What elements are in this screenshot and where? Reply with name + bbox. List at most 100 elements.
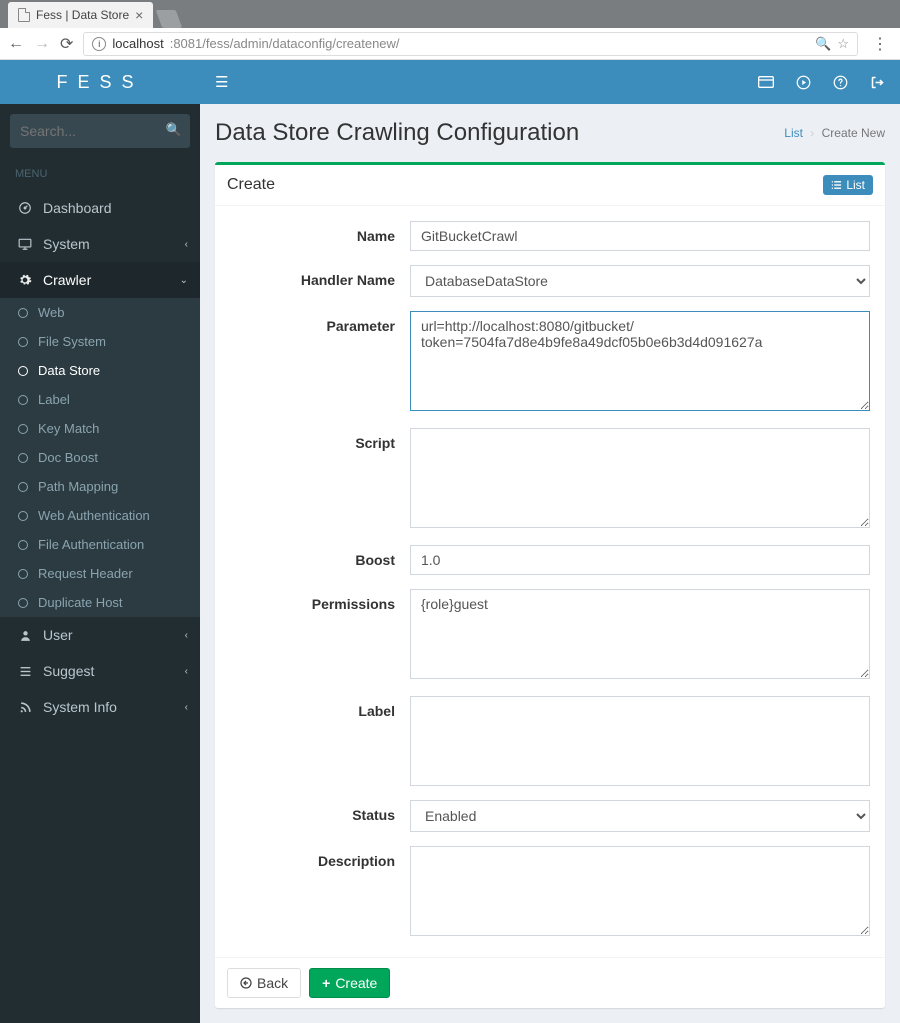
sidebar-item-label: Suggest [43,663,94,679]
sidebar-item-user[interactable]: User ‹ [0,617,200,653]
browser-tab[interactable]: Fess | Data Store × [8,2,153,28]
sidebar-item-label: System Info [43,699,117,715]
circle-icon [18,308,28,318]
box-title: Create [227,176,275,194]
script-textarea[interactable] [410,428,870,528]
chevron-left-icon: ‹ [185,630,188,641]
menu-header: MENU [0,158,200,190]
sidebar-sub-duplicate-host[interactable]: Duplicate Host [0,588,200,617]
breadcrumb-current: Create New [822,126,885,140]
search-input[interactable] [10,114,190,148]
circle-icon [18,511,28,521]
boost-input[interactable] [410,545,870,575]
sidebar: FESS 🔍 MENU Dashboard System ‹ Crawler ⌄ [0,60,200,1023]
sidebar-item-label: User [43,627,73,643]
sidebar-sub-file-auth[interactable]: File Authentication [0,530,200,559]
circle-icon [18,424,28,434]
site-info-icon[interactable]: i [92,37,106,51]
sidebar-sub-doc-boost[interactable]: Doc Boost [0,443,200,472]
breadcrumb-list[interactable]: List [784,126,803,140]
search-icon[interactable]: 🔍 [166,122,182,138]
sidebar-sub-key-match[interactable]: Key Match [0,414,200,443]
script-label: Script [230,428,410,531]
play-circle-icon[interactable] [796,75,811,90]
back-icon[interactable]: ← [8,35,24,53]
sidebar-item-system-info[interactable]: System Info ‹ [0,689,200,725]
circle-icon [18,569,28,579]
crawler-submenu: Web File System Data Store Label Key Mat… [0,298,200,617]
circle-icon [18,482,28,492]
sidebar-sub-data-store[interactable]: Data Store [0,356,200,385]
url-path: :8081/fess/admin/dataconfig/createnew/ [170,36,400,51]
help-circle-icon[interactable] [833,75,848,90]
circle-icon [18,366,28,376]
sidebar-sub-file-system[interactable]: File System [0,327,200,356]
list-icon [15,666,35,677]
label-listbox[interactable] [410,696,870,786]
description-label: Description [230,846,410,939]
name-input[interactable] [410,221,870,251]
handler-label: Handler Name [230,265,410,297]
close-icon[interactable]: × [135,7,143,23]
browser-menu-icon[interactable]: ⋮ [868,34,892,54]
chevron-left-icon: ‹ [185,239,188,250]
forward-icon[interactable]: → [34,35,50,53]
sidebar-item-system[interactable]: System ‹ [0,226,200,262]
hamburger-icon[interactable]: ☰ [215,73,228,91]
url-input[interactable]: i localhost :8081/fess/admin/dataconfig/c… [83,32,858,56]
rss-icon [15,701,35,714]
chevron-down-icon: ⌄ [180,275,188,286]
status-select[interactable]: Enabled [410,800,870,832]
tab-title: Fess | Data Store [36,8,129,22]
list-button[interactable]: List [823,175,873,195]
parameter-label: Parameter [230,311,410,414]
circle-icon [18,453,28,463]
browser-tab-bar: Fess | Data Store × [0,0,900,28]
sidebar-item-crawler[interactable]: Crawler ⌄ [0,262,200,298]
list-icon [831,180,842,190]
user-icon [15,629,35,642]
list-label-label: Label [230,696,410,786]
card-icon[interactable] [758,76,774,88]
sidebar-item-label: System [43,236,90,252]
app-logo[interactable]: FESS [0,60,200,104]
sidebar-item-label: Crawler [43,272,91,288]
bookmark-star-icon[interactable]: ☆ [837,36,849,52]
permissions-label: Permissions [230,589,410,682]
browser-chrome: Fess | Data Store × ← → ⟳ i localhost :80… [0,0,900,60]
circle-icon [18,540,28,550]
sidebar-sub-web-auth[interactable]: Web Authentication [0,501,200,530]
status-label: Status [230,800,410,832]
parameter-textarea[interactable] [410,311,870,411]
sidebar-item-suggest[interactable]: Suggest ‹ [0,653,200,689]
sign-out-icon[interactable] [870,75,885,90]
sidebar-sub-label[interactable]: Label [0,385,200,414]
search-in-page-icon[interactable]: 🔍 [815,36,831,52]
circle-icon [18,598,28,608]
name-label: Name [230,221,410,251]
create-button[interactable]: Create [309,968,390,998]
url-host: localhost [112,36,163,51]
circle-icon [18,395,28,405]
arrow-left-icon [240,977,252,989]
permissions-textarea[interactable] [410,589,870,679]
breadcrumb: List › Create New [784,126,885,140]
chevron-left-icon: ‹ [185,666,188,677]
reload-icon[interactable]: ⟳ [60,34,73,54]
sidebar-sub-web[interactable]: Web [0,298,200,327]
sidebar-sub-path-mapping[interactable]: Path Mapping [0,472,200,501]
page-title: Data Store Crawling Configuration [215,119,579,147]
dashboard-icon [15,201,35,215]
description-textarea[interactable] [410,846,870,936]
handler-select[interactable]: DatabaseDataStore [410,265,870,297]
new-tab-button[interactable] [156,10,183,28]
sidebar-item-dashboard[interactable]: Dashboard [0,190,200,226]
form-box: Create List Name Handler Name [215,162,885,1008]
plus-icon [322,975,330,991]
sidebar-sub-request-header[interactable]: Request Header [0,559,200,588]
file-icon [18,8,30,22]
circle-icon [18,337,28,347]
browser-address-bar: ← → ⟳ i localhost :8081/fess/admin/dataco… [0,28,900,60]
cogs-icon [15,273,35,287]
back-button[interactable]: Back [227,968,301,998]
